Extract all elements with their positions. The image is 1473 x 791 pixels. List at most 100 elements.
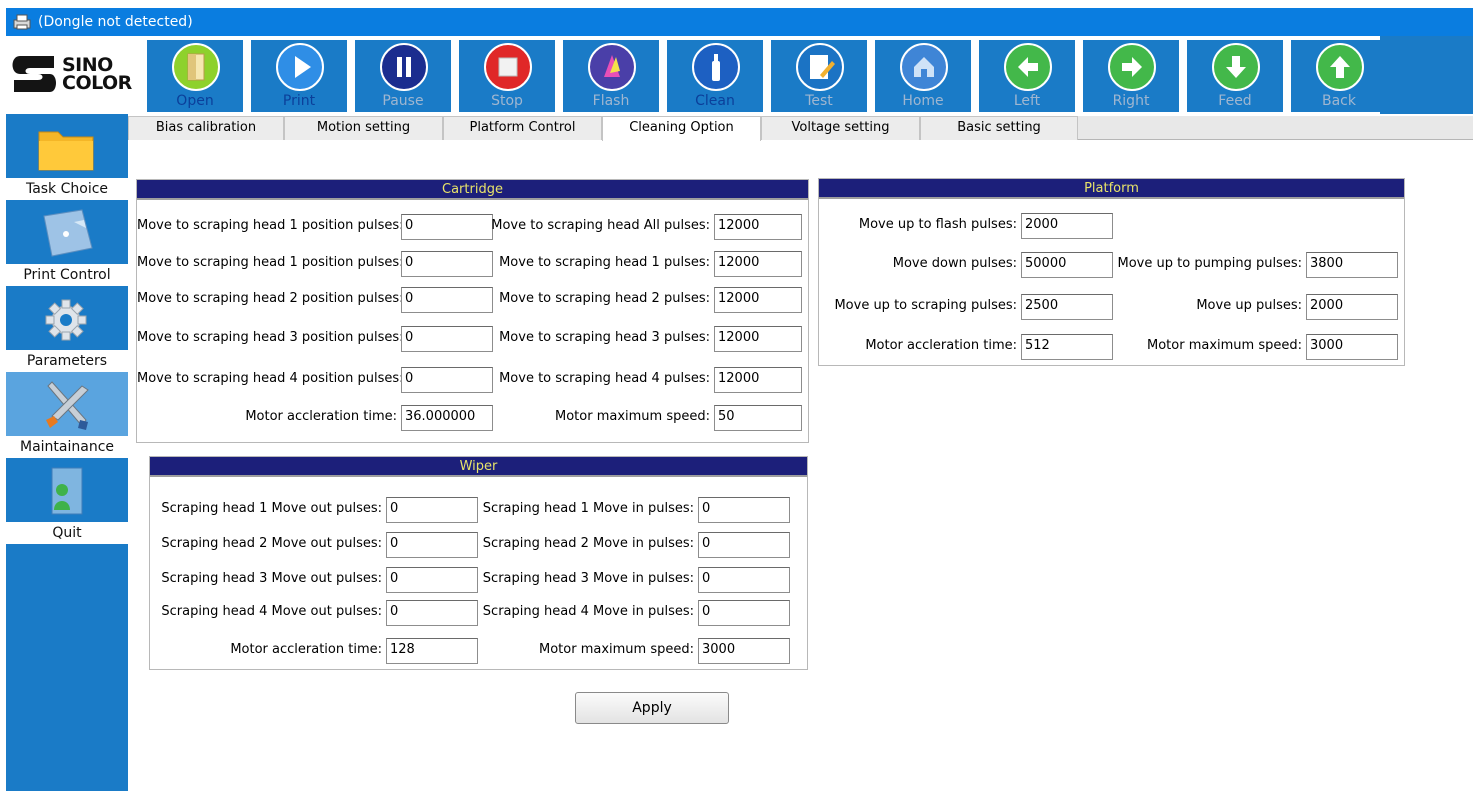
tab-cleaning-option[interactable]: Cleaning Option	[602, 116, 761, 141]
test-icon	[796, 43, 844, 91]
sidebar: Task Choice Print Control Parameters Mai…	[6, 114, 128, 791]
cartridge-right-label-1: Move to scraping head 1 pulses:	[499, 255, 710, 270]
apply-button[interactable]: Apply	[575, 692, 729, 724]
toolbar-filler	[1380, 36, 1473, 114]
cartridge-right-label-0: Move to scraping head All pulses:	[491, 218, 710, 233]
back-label: Back	[1322, 93, 1356, 109]
sidebar-item-label: Quit	[6, 522, 128, 544]
pause-icon	[380, 43, 428, 91]
folder-icon	[38, 131, 94, 171]
wiper-right-label-4: Motor maximum speed:	[539, 642, 694, 657]
left-button[interactable]: Left	[979, 40, 1075, 112]
platform-right-input-0[interactable]: 3800	[1306, 252, 1398, 278]
wiper-right-input-4[interactable]: 3000	[698, 638, 790, 664]
tab-motion-setting[interactable]: Motion setting	[284, 116, 443, 140]
right-icon	[1108, 43, 1156, 91]
cartridge-right-input-3[interactable]: 12000	[714, 326, 802, 352]
pause-button[interactable]: Pause	[355, 40, 451, 112]
toolbar: SINO COLOR Open Print Pause Stop Flash Clean T…	[6, 36, 1387, 114]
sidebar-item-print-control[interactable]: Print Control	[6, 200, 128, 286]
home-label: Home	[902, 93, 944, 109]
platform-left-input-0[interactable]: 2000	[1021, 213, 1113, 239]
sinocolor-logo: SINO COLOR	[10, 48, 132, 104]
clean-icon	[692, 43, 740, 91]
wiper-right-input-3[interactable]: 0	[698, 600, 790, 626]
wiper-right-input-1[interactable]: 0	[698, 532, 790, 558]
tab-basic-setting[interactable]: Basic setting	[920, 116, 1078, 140]
wiper-group: Wiper Scraping head 1 Move out pulses: 0 S…	[149, 456, 808, 670]
sidebar-item-task-choice[interactable]: Task Choice	[6, 114, 128, 200]
right-button[interactable]: Right	[1083, 40, 1179, 112]
printer-icon	[13, 14, 31, 30]
test-button[interactable]: Test	[771, 40, 867, 112]
tab-bar: Bias calibration Motion setting Platform…	[128, 116, 1473, 141]
sidebar-item-label: Print Control	[6, 264, 128, 286]
tab-bias-calibration[interactable]: Bias calibration	[128, 116, 284, 140]
open-icon	[172, 43, 220, 91]
wiper-right-label-1: Scraping head 2 Move in pulses:	[482, 536, 694, 551]
wiper-title: Wiper	[150, 457, 807, 477]
feed-button[interactable]: Feed	[1187, 40, 1283, 112]
window-title: (Dongle not detected)	[38, 14, 193, 30]
feed-label: Feed	[1218, 93, 1252, 109]
platform-group: Platform Move up to flash pulses: 2000 Mov…	[818, 178, 1405, 366]
right-label: Right	[1112, 93, 1150, 109]
print-icon	[276, 43, 324, 91]
tab-platform-control[interactable]: Platform Control	[443, 116, 602, 140]
cartridge-title: Cartridge	[137, 180, 808, 200]
stop-icon	[484, 43, 532, 91]
cartridge-group: Cartridge Move to scraping head 1 positi…	[136, 179, 809, 443]
wiper-right-label-3: Scraping head 4 Move in pulses:	[482, 604, 694, 619]
print-control-icon	[43, 209, 93, 257]
flash-button[interactable]: Flash	[563, 40, 659, 112]
wiper-right-input-2[interactable]: 0	[698, 567, 790, 593]
cartridge-right-input-1[interactable]: 12000	[714, 251, 802, 277]
cartridge-right-input-5[interactable]: 50	[714, 405, 802, 431]
stop-label: Stop	[491, 93, 523, 109]
clean-button[interactable]: Clean	[667, 40, 763, 112]
tab-voltage-setting[interactable]: Voltage setting	[761, 116, 920, 140]
flash-icon	[588, 43, 636, 91]
cartridge-right-input-0[interactable]: 12000	[714, 214, 802, 240]
home-icon	[900, 43, 948, 91]
platform-right-input-1[interactable]: 2000	[1306, 294, 1398, 320]
platform-right-input-2[interactable]: 3000	[1306, 334, 1398, 360]
platform-right-label-2: Motor maximum speed:	[1147, 338, 1302, 353]
cartridge-right-label-5: Motor maximum speed:	[555, 409, 710, 424]
platform-right-label-0: Move up to pumping pulses:	[1117, 256, 1302, 271]
wiper-right-label-0: Scraping head 1 Move in pulses:	[482, 501, 694, 516]
home-button[interactable]: Home	[875, 40, 971, 112]
quit-icon	[51, 467, 83, 515]
cartridge-right-input-4[interactable]: 12000	[714, 367, 802, 393]
cartridge-right-label-3: Move to scraping head 3 pulses:	[499, 330, 710, 345]
cartridge-right-label-4: Move to scraping head 4 pulses:	[499, 371, 710, 386]
test-label: Test	[805, 93, 833, 109]
feed-icon	[1212, 43, 1260, 91]
cartridge-right-input-2[interactable]: 12000	[714, 287, 802, 313]
stop-button[interactable]: Stop	[459, 40, 555, 112]
tools-icon	[46, 381, 89, 430]
gear-icon	[45, 299, 87, 341]
sidebar-item-label: Maintainance	[6, 436, 128, 458]
open-label: Open	[176, 93, 214, 109]
sidebar-item-parameters[interactable]: Parameters	[6, 286, 128, 372]
platform-left-label-0: Move up to flash pulses:	[858, 217, 1017, 232]
open-button[interactable]: Open	[147, 40, 243, 112]
sidebar-item-label: Parameters	[6, 350, 128, 372]
left-icon	[1004, 43, 1052, 91]
print-button[interactable]: Print	[251, 40, 347, 112]
sidebar-item-maintainance[interactable]: Maintainance	[6, 372, 128, 458]
wiper-right-input-0[interactable]: 0	[698, 497, 790, 523]
sidebar-item-quit[interactable]: Quit	[6, 458, 128, 544]
platform-right-label-1: Move up pulses:	[1196, 298, 1302, 313]
flash-label: Flash	[592, 93, 630, 109]
sidebar-item-label: Task Choice	[6, 178, 128, 200]
clean-label: Clean	[695, 93, 735, 109]
wiper-right-label-2: Scraping head 3 Move in pulses:	[482, 571, 694, 586]
title-bar: (Dongle not detected)	[6, 8, 1473, 36]
back-icon	[1316, 43, 1364, 91]
left-label: Left	[1013, 93, 1041, 109]
cartridge-right-label-2: Move to scraping head 2 pulses:	[499, 291, 710, 306]
print-label: Print	[282, 93, 316, 109]
back-button[interactable]: Back	[1291, 40, 1387, 112]
